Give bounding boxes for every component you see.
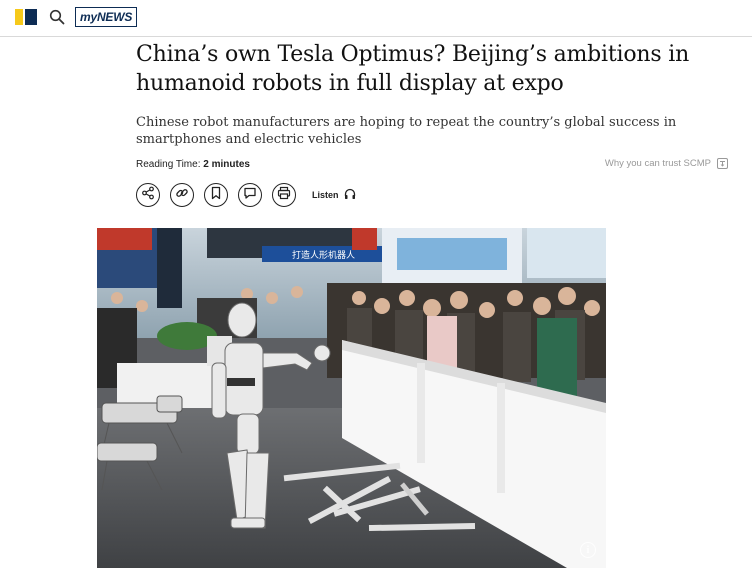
article-headline: China’s own Tesla Optimus? Beijing’s amb… [136,42,690,96]
print-button[interactable] [272,183,296,207]
trust-scmp-text: Why you can trust SCMP [604,158,711,169]
reading-time-label: Reading Time: [136,159,201,170]
logo-yellow-block [15,9,23,25]
share-icon [141,186,155,205]
logo-navy-block [25,9,37,25]
top-navigation-bar: myNEWS [0,0,752,37]
expo-banner-text: 打造人形机器人 [292,249,355,261]
hero-photo: 打造人形机器人 i [97,228,606,568]
scmp-logo[interactable] [15,9,37,25]
print-icon [277,186,291,205]
reading-time-value: 2 minutes [203,159,250,170]
bookmark-icon [209,186,223,205]
listen-button[interactable]: Listen [312,188,356,202]
comment-icon [243,186,257,205]
expo-robot-photo: 打造人形机器人 [97,228,606,568]
trust-scmp-link[interactable]: Why you can trust SCMP [605,158,728,169]
mynews-button[interactable]: myNEWS [75,7,138,27]
article-subheadline: Chinese robot manufacturers are hoping t… [136,115,677,147]
trust-info-icon [717,158,728,169]
headphones-icon [344,188,356,202]
link-icon [175,186,189,205]
listen-label: Listen [312,190,339,200]
image-info-button[interactable]: i [580,542,596,558]
article-actions-toolbar: Listen [136,183,356,207]
copy-link-button[interactable] [170,183,194,207]
info-icon: i [586,544,590,556]
share-button[interactable] [136,183,160,207]
comment-button[interactable] [238,183,262,207]
reading-time: Reading Time: 2 minutes [136,159,250,170]
search-icon[interactable] [49,9,65,25]
bookmark-button[interactable] [204,183,228,207]
